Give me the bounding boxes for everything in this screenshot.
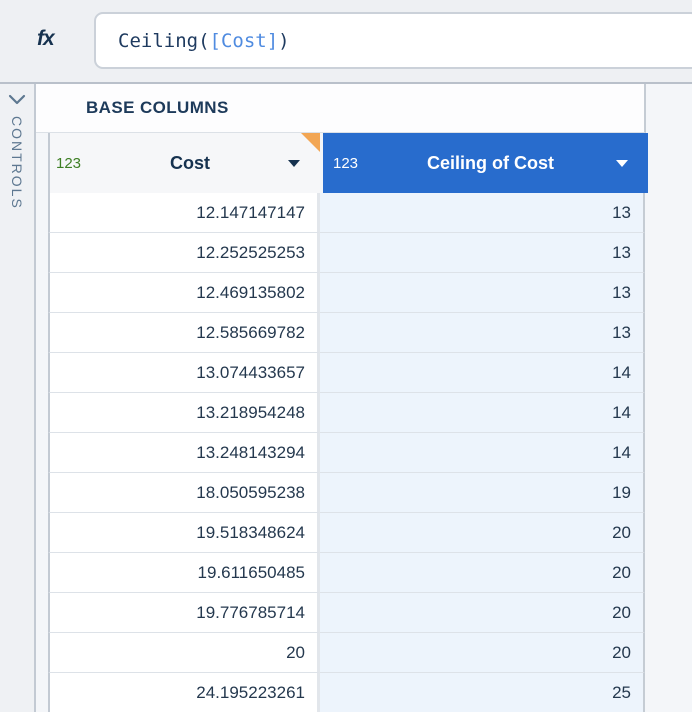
cost-cell[interactable]: 12.252525253: [48, 233, 320, 273]
ceiling-of-cost-cell[interactable]: 13: [320, 273, 645, 313]
cost-cell[interactable]: 19.776785714: [48, 593, 320, 633]
column-group-header: BASE COLUMNS: [36, 84, 646, 133]
table-row: 12.58566978213: [48, 313, 692, 353]
formula-close-token: ): [278, 30, 289, 52]
ceiling-of-cost-cell[interactable]: 14: [320, 353, 645, 393]
cost-cell[interactable]: 19.518348624: [48, 513, 320, 553]
data-grid: BASE COLUMNS 123 Cost 123 Ceiling of Cos…: [36, 84, 692, 712]
cost-cell[interactable]: 24.195223261: [48, 673, 320, 712]
column-menu-caret-icon[interactable]: [616, 160, 628, 167]
cost-cell[interactable]: 12.147147147: [48, 193, 320, 233]
cost-cell[interactable]: 19.611650485: [48, 553, 320, 593]
column-group-title: BASE COLUMNS: [86, 98, 229, 118]
cost-cell[interactable]: 12.469135802: [48, 273, 320, 313]
number-type-icon: 123: [323, 155, 365, 172]
chevron-down-icon[interactable]: [8, 94, 26, 106]
ceiling-of-cost-cell[interactable]: 13: [320, 193, 645, 233]
ceiling-of-cost-cell[interactable]: 20: [320, 633, 645, 673]
table-row: 13.24814329414: [48, 433, 692, 473]
cost-cell[interactable]: 12.585669782: [48, 313, 320, 353]
table-row: 18.05059523819: [48, 473, 692, 513]
formula-field-token: [Cost]: [210, 30, 279, 52]
table-row: 12.25252525313: [48, 233, 692, 273]
column-headers-row: 123 Cost 123 Ceiling of Cost: [36, 133, 692, 193]
table-row: 12.46913580213: [48, 273, 692, 313]
main-content: CONTROLS BASE COLUMNS 123 Cost 123 Ceili…: [0, 84, 692, 712]
table-row: 19.61165048520: [48, 553, 692, 593]
formula-input[interactable]: Ceiling([Cost]): [94, 12, 692, 69]
table-row: 19.77678571420: [48, 593, 692, 633]
cost-cell[interactable]: 13.248143294: [48, 433, 320, 473]
ceiling-of-cost-cell[interactable]: 14: [320, 393, 645, 433]
table-row: 24.19522326125: [48, 673, 692, 712]
table-rows: 12.1471471471312.2525252531312.469135802…: [36, 193, 692, 712]
table-row: 13.21895424814: [48, 393, 692, 433]
formula-function-token: Ceiling(: [118, 30, 210, 52]
column-title: Cost: [92, 153, 288, 174]
number-type-icon: 123: [50, 155, 92, 172]
ceiling-of-cost-cell[interactable]: 14: [320, 433, 645, 473]
column-flag-icon: [301, 133, 320, 152]
formula-bar: fx Ceiling([Cost]): [0, 0, 692, 84]
table-row: 19.51834862420: [48, 513, 692, 553]
cost-cell[interactable]: 13.074433657: [48, 353, 320, 393]
fx-icon: fx: [37, 27, 54, 51]
ceiling-of-cost-cell[interactable]: 19: [320, 473, 645, 513]
column-header-ceiling-of-cost[interactable]: 123 Ceiling of Cost: [323, 133, 648, 193]
table-row: 12.14714714713: [48, 193, 692, 233]
cost-cell[interactable]: 18.050595238: [48, 473, 320, 513]
ceiling-of-cost-cell[interactable]: 20: [320, 513, 645, 553]
column-menu-caret-icon[interactable]: [288, 160, 300, 167]
column-header-cost[interactable]: 123 Cost: [48, 133, 320, 193]
cost-cell[interactable]: 20: [48, 633, 320, 673]
ceiling-of-cost-cell[interactable]: 20: [320, 553, 645, 593]
table-row: 2020: [48, 633, 692, 673]
ceiling-of-cost-cell[interactable]: 20: [320, 593, 645, 633]
cost-cell[interactable]: 13.218954248: [48, 393, 320, 433]
ceiling-of-cost-cell[interactable]: 13: [320, 233, 645, 273]
controls-panel-rail[interactable]: CONTROLS: [0, 84, 36, 712]
ceiling-of-cost-cell[interactable]: 13: [320, 313, 645, 353]
ceiling-of-cost-cell[interactable]: 25: [320, 673, 645, 712]
controls-panel-label: CONTROLS: [9, 116, 25, 210]
table-row: 13.07443365714: [48, 353, 692, 393]
app-window: fx Ceiling([Cost]) CONTROLS BASE COLUMNS…: [0, 0, 692, 712]
column-title: Ceiling of Cost: [365, 153, 616, 174]
